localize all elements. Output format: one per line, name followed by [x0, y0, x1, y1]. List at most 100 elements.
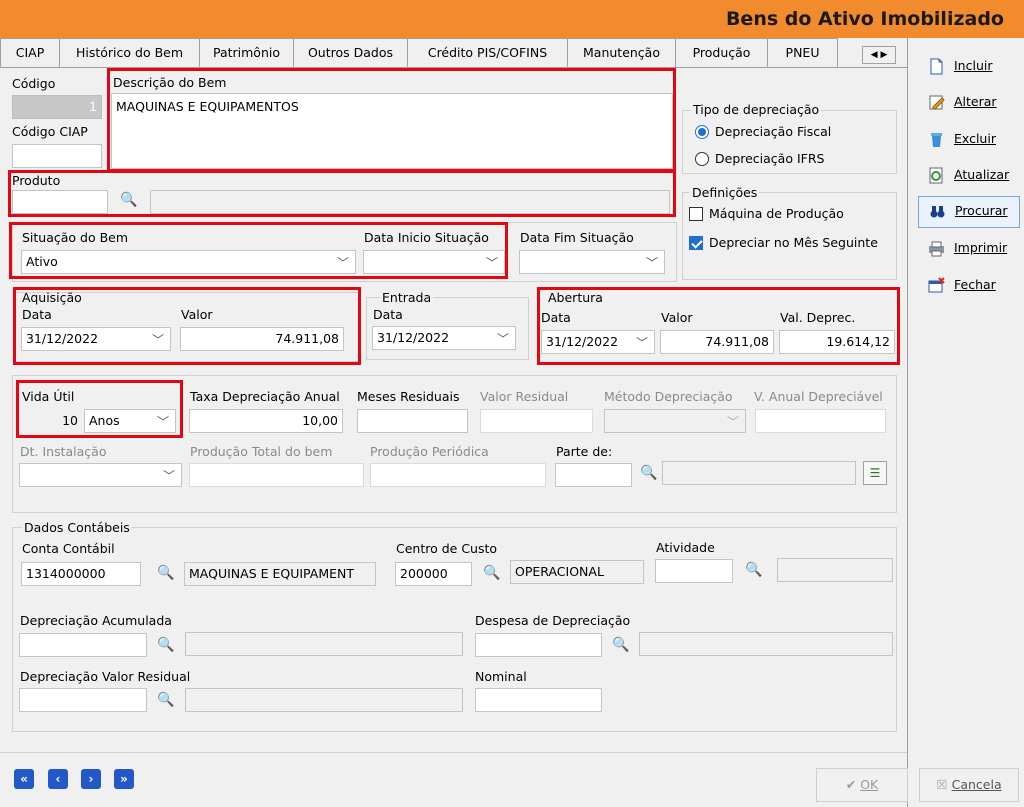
search-parte-de-icon[interactable]: 🔍 — [640, 465, 657, 481]
search-centro-custo-icon[interactable]: 🔍 — [483, 565, 500, 581]
tab-pneu[interactable]: PNEU — [768, 38, 838, 68]
highlight-vida-util — [16, 380, 183, 438]
excluir-button[interactable]: Excluir — [918, 125, 1020, 155]
taxa-depreciacao-label: Taxa Depreciação Anual — [190, 389, 340, 404]
dep-residual-description — [185, 688, 463, 712]
alterar-label: Alterar — [954, 94, 997, 109]
excluir-label: Excluir — [954, 131, 996, 146]
tab-producao[interactable]: Produção — [676, 38, 768, 68]
highlight-situacao — [9, 222, 508, 279]
procurar-label: Procurar — [955, 203, 1008, 218]
metodo-depreciacao-label: Método Depreciação — [604, 389, 733, 404]
tab-scroll-arrows[interactable]: ◀ ▶ — [862, 46, 896, 64]
tab-historico-do-bem[interactable]: Histórico do Bem — [60, 38, 200, 68]
meses-residuais-label: Meses Residuais — [357, 389, 460, 404]
tab-patrimonio[interactable]: Patrimônio — [200, 38, 294, 68]
fechar-label: Fechar — [954, 277, 996, 292]
atualizar-label: Atualizar — [954, 167, 1010, 182]
producao-periodica-field — [370, 463, 546, 487]
first-record-icon[interactable]: « — [14, 769, 34, 789]
edit-pencil-icon — [929, 95, 945, 110]
radio-depreciacao-fiscal[interactable] — [695, 125, 709, 139]
atualizar-button[interactable]: Atualizar — [918, 161, 1020, 191]
cancela-label: Cancela — [951, 777, 1002, 792]
entrada-label: Entrada — [380, 290, 434, 305]
radio-depreciacao-ifrs[interactable] — [695, 152, 709, 166]
highlight-abertura — [537, 287, 900, 365]
dados-contabeis-label: Dados Contábeis — [22, 520, 132, 535]
last-record-icon[interactable]: » — [114, 769, 134, 789]
binoculars-icon — [930, 206, 945, 218]
taxa-depreciacao-field[interactable]: 10,00 — [189, 409, 343, 433]
valor-residual-label: Valor Residual — [480, 389, 569, 404]
entrada-data-label: Data — [373, 307, 403, 322]
search-conta-contabil-icon[interactable]: 🔍 — [157, 565, 174, 581]
dep-acumulada-label: Depreciação Acumulada — [20, 613, 172, 628]
maquina-producao-label: Máquina de Produção — [709, 206, 844, 221]
trash-icon — [931, 133, 942, 147]
centro-custo-field[interactable]: 200000 — [395, 562, 472, 586]
highlight-aquisicao — [13, 287, 361, 365]
parte-de-field[interactable] — [555, 463, 632, 487]
search-despesa-icon[interactable]: 🔍 — [612, 637, 629, 653]
incluir-button[interactable]: Incluir — [918, 52, 1020, 82]
parte-de-label: Parte de: — [556, 444, 613, 459]
despesa-description — [639, 632, 893, 656]
refresh-icon — [929, 167, 943, 184]
fechar-button[interactable]: Fechar — [918, 271, 1020, 301]
imprimir-button[interactable]: Imprimir — [918, 234, 1020, 264]
panel-divider — [907, 38, 908, 807]
depreciar-mes-seguinte-label: Depreciar no Mês Seguinte — [709, 235, 878, 250]
despesa-depreciacao-field[interactable] — [475, 633, 602, 657]
tab-scroll-right-icon[interactable]: ▶ — [880, 50, 887, 60]
producao-total-field — [189, 463, 364, 487]
cancela-button[interactable]: ☒ Cancela — [919, 768, 1019, 802]
chevron-down-icon: ﹀ — [496, 332, 509, 346]
definicoes-label: Definições — [690, 185, 760, 200]
dep-acumulada-field[interactable] — [19, 633, 147, 657]
search-dep-residual-icon[interactable]: 🔍 — [157, 692, 174, 708]
dep-residual-field[interactable] — [19, 688, 147, 712]
maquina-producao-checkbox[interactable] — [689, 207, 703, 221]
codigo-label: Código — [12, 76, 56, 91]
tab-credito-pis-cofins[interactable]: Crédito PIS/COFINS — [408, 38, 568, 68]
tab-outros-dados[interactable]: Outros Dados — [294, 38, 408, 68]
atividade-field[interactable] — [655, 559, 733, 583]
alterar-button[interactable]: Alterar — [918, 88, 1020, 118]
meses-residuais-field[interactable] — [357, 409, 468, 433]
tab-ciap[interactable]: CIAP — [0, 38, 60, 68]
nominal-field[interactable] — [475, 688, 602, 712]
ok-button[interactable]: ✔ OK — [816, 768, 908, 802]
v-anual-field — [755, 409, 886, 433]
window-title: Bens do Ativo Imobilizado — [725, 8, 1004, 30]
search-atividade-icon[interactable]: 🔍 — [745, 562, 762, 578]
metodo-depreciacao-select: ﹀ — [604, 409, 746, 433]
tab-manutencao[interactable]: Manutenção — [568, 38, 676, 68]
chevron-down-icon: ﹀ — [726, 415, 739, 429]
entrada-data-select[interactable]: 31/12/2022 ﹀ — [372, 326, 516, 350]
producao-periodica-label: Produção Periódica — [370, 444, 489, 459]
previous-record-icon[interactable]: ‹ — [48, 769, 68, 789]
parte-de-description — [662, 461, 856, 485]
codigo-ciap-label: Código CIAP — [12, 124, 88, 139]
atividade-label: Atividade — [656, 540, 715, 555]
depreciar-mes-seguinte-checkbox[interactable] — [689, 236, 703, 250]
imprimir-label: Imprimir — [954, 240, 1008, 255]
procurar-button[interactable]: Procurar — [918, 196, 1020, 228]
conta-contabil-label: Conta Contábil — [22, 541, 115, 556]
centro-custo-label: Centro de Custo — [396, 541, 498, 556]
highlight-produto — [8, 170, 676, 217]
centro-custo-description: OPERACIONAL — [510, 560, 644, 584]
close-window-icon — [928, 277, 945, 293]
tab-scroll-left-icon[interactable]: ◀ — [871, 50, 878, 60]
atividade-description — [777, 558, 893, 582]
conta-contabil-field[interactable]: 1314000000 — [21, 562, 141, 586]
footer-divider — [0, 752, 907, 753]
highlight-descricao — [107, 68, 676, 172]
cancel-icon: ☒ — [936, 777, 948, 792]
codigo-ciap-field[interactable] — [12, 144, 102, 168]
search-dep-acumulada-icon[interactable]: 🔍 — [157, 637, 174, 653]
next-record-icon[interactable]: › — [81, 769, 101, 789]
list-expand-icon[interactable]: ☰ — [863, 461, 887, 485]
dt-instalacao-select[interactable]: ﹀ — [19, 463, 182, 487]
